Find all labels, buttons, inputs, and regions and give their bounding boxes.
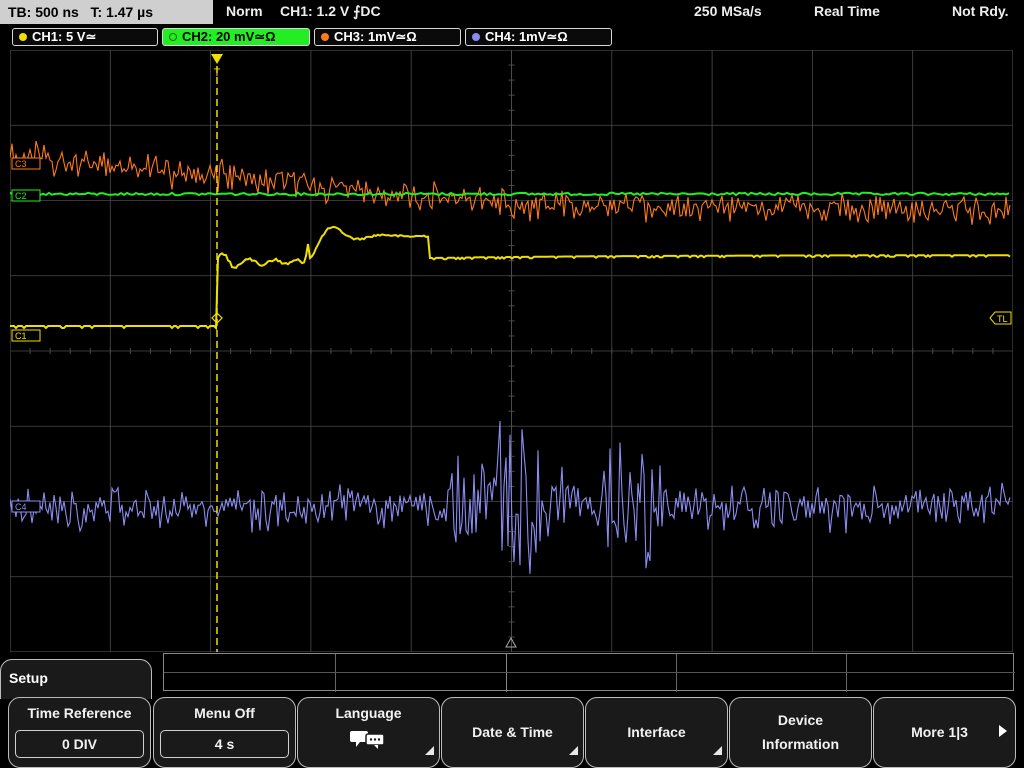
channel-tab-label: CH1: 5 V≃: [32, 29, 97, 44]
menu-off-softkey[interactable]: Menu Off 4 s: [153, 697, 296, 768]
channel-tab-label: CH2: 20 mV≃Ω: [182, 29, 276, 44]
trigger-info[interactable]: CH1: 1.2 V ⨍DC: [280, 0, 381, 22]
device-information-softkey[interactable]: Device Information: [729, 697, 872, 768]
ch3-indicator-icon: [321, 33, 329, 41]
ch1-offset-marker[interactable]: C1: [11, 329, 41, 342]
trigger-time-value: T: 1.47 µs: [90, 4, 154, 20]
date-time-softkey[interactable]: Date & Time: [441, 697, 584, 768]
softkey-label: More 1|3: [911, 724, 968, 740]
menu-off-value[interactable]: 4 s: [160, 730, 289, 758]
ch2-indicator-icon: [169, 33, 177, 41]
submenu-corner-icon: [569, 746, 578, 755]
language-softkey[interactable]: Language: [297, 697, 440, 768]
softkey-label-line2: Information: [762, 736, 839, 752]
channel-tab-ch2[interactable]: CH2: 20 mV≃Ω: [162, 28, 310, 46]
time-reference-softkey[interactable]: Time Reference 0 DIV: [8, 697, 151, 768]
sample-rate: 250 MSa/s: [694, 3, 762, 19]
time-reference-value[interactable]: 0 DIV: [15, 730, 144, 758]
ch3-offset-marker[interactable]: C3: [11, 157, 41, 170]
svg-text:T: T: [214, 67, 221, 79]
channel-tab-ch1[interactable]: CH1: 5 V≃: [12, 28, 158, 46]
menu-title: Setup: [9, 670, 48, 686]
channel-tab-ch4[interactable]: CH4: 1mV≃Ω: [465, 28, 612, 46]
acquisition-state: Not Rdy.: [952, 3, 1009, 19]
ch4-offset-marker[interactable]: C4: [11, 500, 41, 513]
softkey-label: Interface: [627, 724, 686, 740]
ch4-marker-label: C4: [15, 502, 27, 512]
acquisition-mode: Real Time: [814, 3, 880, 19]
info-strip: [163, 653, 1015, 692]
channel-tab-label: CH4: 1mV≃Ω: [485, 29, 568, 44]
interface-softkey[interactable]: Interface: [585, 697, 728, 768]
waveform-display[interactable]: T C1 C2 C3 C4 TL: [10, 50, 1013, 652]
trigger-mode[interactable]: Norm: [226, 0, 263, 22]
ch1-marker-label: C1: [15, 331, 27, 341]
submenu-corner-icon: [713, 746, 722, 755]
softkey-label: Menu Off: [194, 705, 255, 721]
timebase-value: TB: 500 ns: [8, 4, 79, 20]
softkey-label: Date & Time: [472, 724, 553, 740]
next-page-arrow-icon: [999, 725, 1007, 737]
ch3-marker-label: C3: [15, 159, 27, 169]
softkey-label-line1: Device: [777, 712, 824, 728]
ch2-marker-label: C2: [15, 191, 27, 201]
softkey-label: Language: [335, 705, 402, 721]
channel-tab-ch3[interactable]: CH3: 1mV≃Ω: [314, 28, 461, 46]
speech-bubbles-icon: [350, 731, 385, 749]
timebase-readout[interactable]: TB: 500 ns T: 1.47 µs: [0, 0, 213, 24]
submenu-corner-icon: [425, 746, 434, 755]
trigger-level-marker[interactable]: TL: [989, 311, 1012, 325]
trigger-level-label: TL: [997, 314, 1008, 324]
menu-title-tab: Setup: [0, 659, 152, 699]
ch1-indicator-icon: [19, 33, 27, 41]
more-softkey[interactable]: More 1|3: [873, 697, 1016, 768]
channel-tab-label: CH3: 1mV≃Ω: [334, 29, 417, 44]
ch4-indicator-icon: [472, 33, 480, 41]
softkey-label: Time Reference: [27, 705, 132, 721]
ch2-offset-marker[interactable]: C2: [11, 189, 41, 202]
